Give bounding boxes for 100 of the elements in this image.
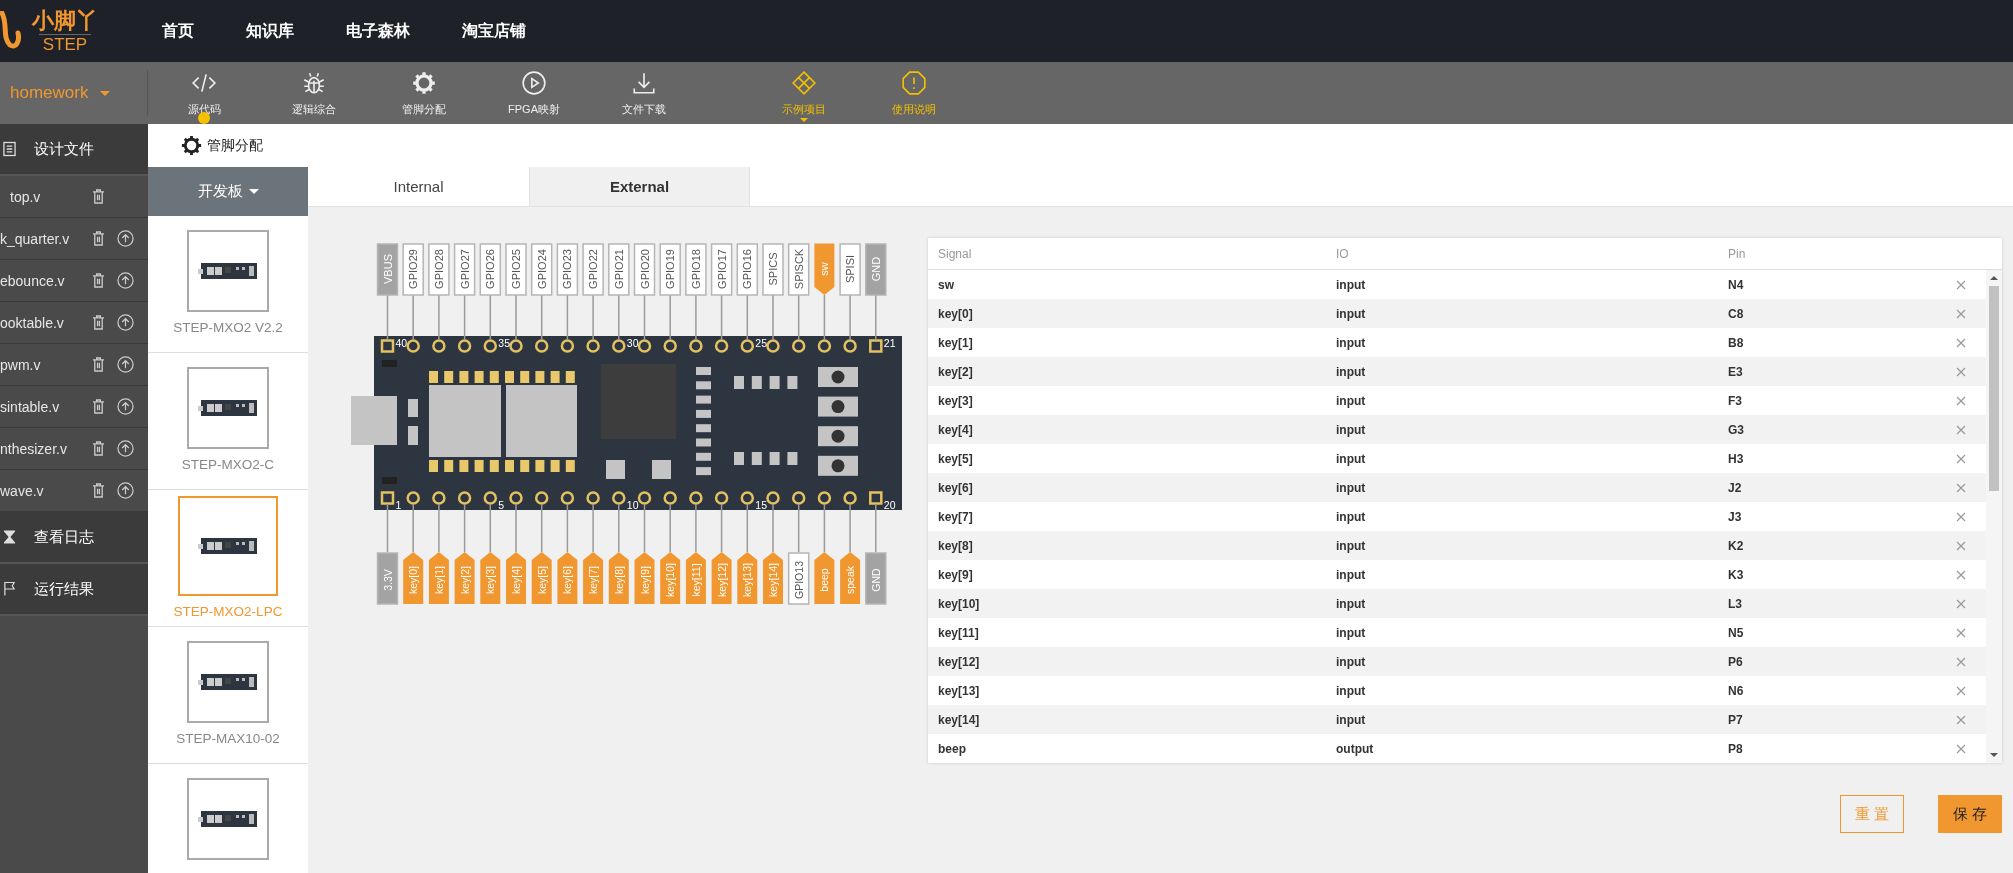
board-thumbnail[interactable] bbox=[187, 367, 269, 449]
trash-icon[interactable] bbox=[92, 315, 105, 330]
trash-icon[interactable] bbox=[92, 273, 105, 288]
pin-tag[interactable]: GPIO22 bbox=[582, 243, 604, 296]
file-name[interactable]: pwm.v bbox=[0, 356, 92, 373]
section-title: 查看日志 bbox=[34, 527, 94, 547]
trash-icon[interactable] bbox=[92, 483, 105, 498]
pin-number: 5 bbox=[498, 499, 505, 511]
toolbar-button[interactable]: 文件下载 bbox=[589, 62, 699, 124]
close-icon[interactable] bbox=[1956, 685, 1966, 696]
trash-icon[interactable] bbox=[92, 441, 105, 456]
pin-tag[interactable]: GPIO26 bbox=[479, 243, 502, 296]
close-icon[interactable] bbox=[1956, 714, 1966, 725]
toolbar-button[interactable]: 逻辑综合 bbox=[259, 62, 369, 124]
pin-tag[interactable]: SPICS bbox=[762, 243, 784, 296]
board-thumbnail[interactable] bbox=[187, 230, 269, 312]
board-thumbnail[interactable] bbox=[187, 778, 269, 860]
board-dropdown[interactable]: 开发板 bbox=[148, 167, 308, 216]
close-icon[interactable] bbox=[1956, 598, 1966, 609]
pin-tag[interactable]: GPIO20 bbox=[633, 243, 656, 296]
pin-tag[interactable]: GPIO13 bbox=[787, 552, 810, 605]
pin-tag[interactable]: GPIO18 bbox=[685, 243, 707, 296]
scrollbar[interactable] bbox=[1986, 270, 2002, 763]
close-icon[interactable] bbox=[1956, 366, 1966, 377]
pin-number: 21 bbox=[883, 337, 896, 349]
file-name[interactable]: ooktable.v bbox=[0, 314, 92, 331]
lead-line bbox=[643, 503, 646, 553]
close-icon[interactable] bbox=[1956, 279, 1966, 290]
hourglass-icon bbox=[3, 529, 16, 545]
file-name[interactable]: nthesizer.v bbox=[0, 440, 92, 457]
close-icon[interactable] bbox=[1956, 395, 1966, 406]
close-icon[interactable] bbox=[1956, 511, 1966, 522]
table-cell-text: key[0] bbox=[938, 306, 974, 321]
sidebar-section-header[interactable]: 设计文件 bbox=[0, 124, 148, 176]
pin-tag[interactable]: GPIO24 bbox=[530, 243, 553, 296]
trash-icon[interactable] bbox=[92, 357, 105, 372]
pin-tag[interactable]: GPIO23 bbox=[556, 243, 579, 296]
file-name[interactable]: sintable.v bbox=[0, 398, 92, 415]
close-icon[interactable] bbox=[1956, 337, 1966, 348]
trash-icon[interactable] bbox=[92, 231, 105, 246]
nav-link[interactable]: 电子森林 bbox=[346, 20, 410, 42]
toolbar-button[interactable]: 源代码 bbox=[149, 62, 259, 124]
close-icon[interactable] bbox=[1956, 656, 1966, 667]
close-icon[interactable] bbox=[1956, 482, 1966, 493]
tab[interactable]: External bbox=[529, 167, 750, 206]
upload-icon[interactable] bbox=[117, 440, 134, 457]
close-icon[interactable] bbox=[1956, 743, 1966, 754]
lead-line bbox=[669, 503, 671, 553]
pin-tag[interactable]: GPIO25 bbox=[505, 243, 527, 296]
sidebar-section-header[interactable]: 查看日志 bbox=[0, 512, 148, 564]
upload-icon[interactable] bbox=[117, 356, 134, 373]
file-name[interactable]: k_quarter.v bbox=[0, 230, 92, 247]
lead-line bbox=[823, 294, 826, 341]
pin-number: 20 bbox=[883, 499, 896, 511]
nav-link[interactable]: 淘宝店铺 bbox=[462, 20, 526, 42]
board-name: STEP-MXO2-C bbox=[181, 457, 275, 472]
trash-icon[interactable] bbox=[92, 399, 105, 414]
trash-icon[interactable] bbox=[92, 189, 105, 204]
close-icon[interactable] bbox=[1956, 627, 1966, 638]
table-cell-text: input bbox=[1336, 422, 1367, 437]
upload-icon[interactable] bbox=[117, 482, 134, 499]
close-icon[interactable] bbox=[1956, 540, 1966, 551]
close-icon[interactable] bbox=[1956, 424, 1966, 435]
lead-line bbox=[412, 503, 414, 553]
table-cell-text: K3 bbox=[1728, 567, 1745, 582]
table-cell-text: key[6] bbox=[938, 480, 974, 495]
board-thumbnail[interactable] bbox=[187, 641, 269, 723]
upload-icon[interactable] bbox=[117, 314, 134, 331]
file-name[interactable]: top.v bbox=[0, 188, 92, 205]
close-icon[interactable] bbox=[1956, 453, 1966, 464]
close-icon[interactable] bbox=[1956, 569, 1966, 580]
toolbar-button[interactable]: 使用说明 bbox=[859, 62, 969, 124]
pin-tag[interactable]: GPIO21 bbox=[608, 243, 630, 296]
upload-icon[interactable] bbox=[117, 398, 134, 415]
pin-tag[interactable]: GPIO28 bbox=[428, 243, 450, 296]
pin-tag[interactable]: GPIO27 bbox=[453, 243, 476, 296]
toolbar-button[interactable]: FPGA映射 bbox=[479, 62, 589, 124]
table-cell-text: key[11] bbox=[938, 625, 980, 640]
nav-link[interactable]: 知识库 bbox=[246, 20, 294, 42]
upload-icon[interactable] bbox=[117, 230, 134, 247]
file-name[interactable]: ebounce.v bbox=[0, 272, 92, 289]
upload-icon[interactable] bbox=[117, 272, 134, 289]
file-name[interactable]: wave.v bbox=[0, 482, 92, 499]
close-icon[interactable] bbox=[1956, 308, 1966, 319]
table-cell-text: key[9] bbox=[938, 567, 974, 582]
toolbar-button[interactable]: 管脚分配 bbox=[369, 62, 479, 124]
pin-tag[interactable]: SPISCK bbox=[787, 243, 810, 296]
lead-line bbox=[823, 503, 826, 553]
save-button[interactable]: 保 存 bbox=[1938, 795, 2002, 833]
lead-line bbox=[772, 294, 774, 341]
sidebar-section-header[interactable]: 运行结果 bbox=[0, 564, 148, 616]
pin-tag[interactable]: GPIO16 bbox=[736, 243, 759, 296]
board-icon bbox=[198, 672, 258, 692]
nav-link[interactable]: 首页 bbox=[162, 20, 194, 42]
pin-tag[interactable]: GPIO29 bbox=[402, 243, 424, 296]
pin-tag[interactable]: GPIO19 bbox=[659, 243, 681, 296]
pin-tag[interactable]: GPIO17 bbox=[710, 243, 733, 296]
lead-line bbox=[720, 294, 723, 341]
board-thumbnail[interactable] bbox=[178, 496, 278, 596]
pin-tag[interactable]: SPISI bbox=[839, 243, 861, 296]
